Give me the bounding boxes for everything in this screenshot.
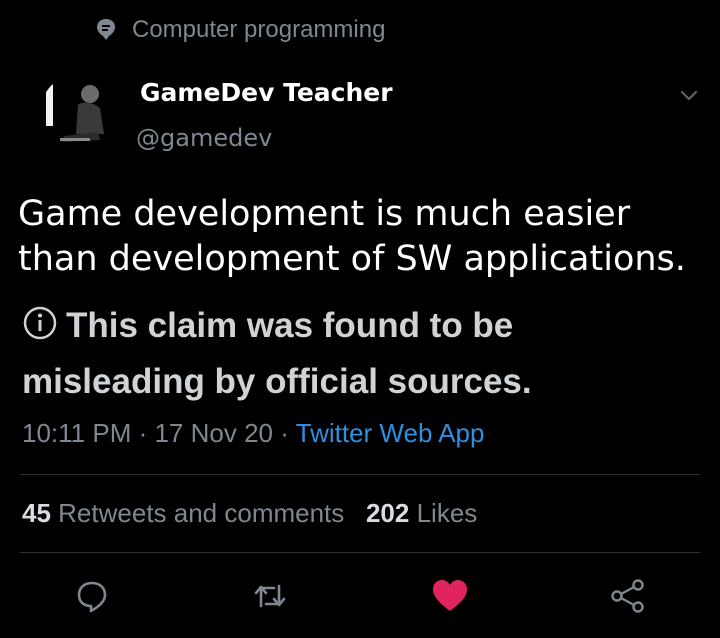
retweets-stat[interactable]: 45 Retweets and comments <box>22 498 344 528</box>
topic-pin-icon <box>97 19 115 40</box>
topic-label-row[interactable]: Computer programming <box>96 16 385 44</box>
likes-count: 202 <box>365 498 410 528</box>
claim-text-line: misleading by official sources. <box>22 362 532 401</box>
action-bar <box>0 572 720 618</box>
author-handle[interactable]: @gamedev <box>136 124 272 152</box>
info-icon <box>23 306 57 340</box>
meta-separator: · <box>273 418 296 448</box>
misleading-claim-notice: This claim was found to be misleading by… <box>22 298 712 410</box>
tweet-text-line: than development of SW applications. <box>18 239 686 279</box>
avatar[interactable] <box>40 74 118 152</box>
claim-line: This claim was found to be <box>22 298 712 354</box>
likes-stat[interactable]: 202 Likes <box>366 498 477 528</box>
retweets-count: 45 <box>22 498 51 528</box>
divider <box>20 474 700 475</box>
claim-text-line: This claim was found to be <box>66 306 514 345</box>
tweet-time[interactable]: 10:11 PM <box>22 418 131 448</box>
engagement-stats: 45 Retweets and comments 202 Likes <box>22 498 477 529</box>
tweet-meta: 10:11 PM · 17 Nov 20 · Twitter Web App <box>22 418 484 449</box>
meta-separator: · <box>131 418 155 448</box>
likes-label: Likes <box>416 498 478 528</box>
avatar-image <box>40 74 118 152</box>
chevron-down-icon[interactable] <box>678 84 700 106</box>
share-icon[interactable] <box>608 576 648 616</box>
divider <box>20 552 700 553</box>
source-app-link[interactable]: Twitter Web App <box>296 418 485 448</box>
tweet-text: Game development is much easier than dev… <box>18 192 708 282</box>
retweets-label: Retweets and comments <box>58 498 345 528</box>
reply-icon[interactable] <box>72 576 112 616</box>
author-name[interactable]: GameDev Teacher <box>140 78 393 107</box>
tweet-text-line: Game development is much easier <box>18 194 631 234</box>
tweet-date[interactable]: 17 Nov 20 <box>154 418 273 448</box>
retweet-icon[interactable] <box>250 576 290 616</box>
like-icon[interactable] <box>430 576 470 616</box>
topic-label: Computer programming <box>132 16 386 43</box>
